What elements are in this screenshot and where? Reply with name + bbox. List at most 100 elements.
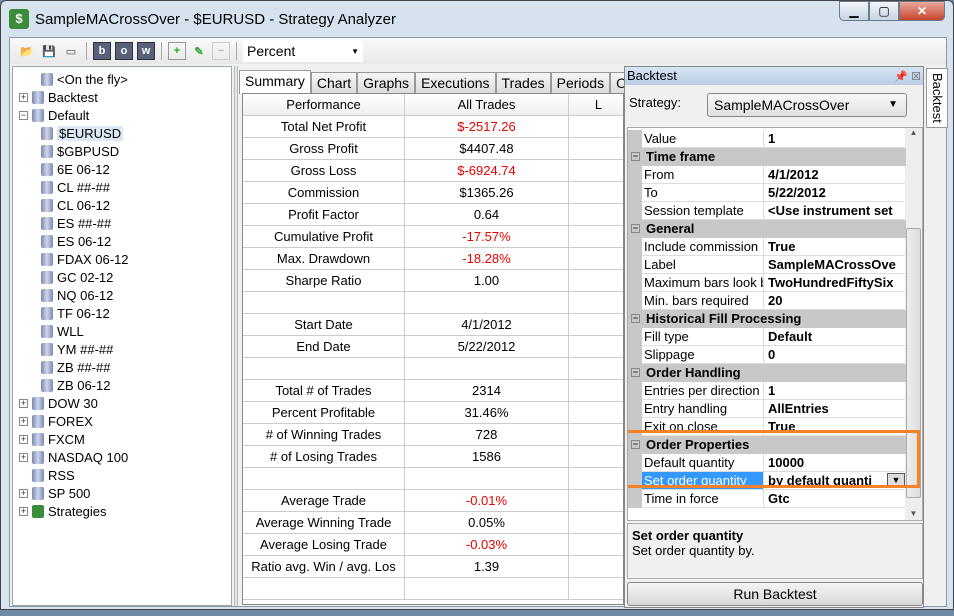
- tree-item[interactable]: ZB ##-##: [41, 358, 110, 376]
- w-button[interactable]: w: [137, 42, 155, 60]
- strategy-select[interactable]: SampleMACrossOver ▼: [707, 93, 907, 117]
- property-value[interactable]: 5/22/2012: [764, 184, 906, 202]
- column-header[interactable]: Performance: [243, 94, 405, 116]
- display-unit-select[interactable]: Percent ▼: [243, 40, 363, 62]
- close-button[interactable]: ✕: [899, 1, 945, 21]
- expander-icon[interactable]: +: [19, 452, 28, 462]
- expander-icon[interactable]: +: [19, 92, 28, 102]
- collapse-icon[interactable]: −: [631, 440, 640, 449]
- property-value[interactable]: 4/1/2012: [764, 166, 906, 184]
- close-panel-icon[interactable]: ☒: [911, 71, 921, 83]
- property-value[interactable]: True: [764, 238, 906, 256]
- tab-chart[interactable]: Chart: [310, 72, 358, 94]
- category-header[interactable]: − Order Handling: [628, 364, 906, 382]
- property-value[interactable]: <Use instrument set: [764, 202, 906, 220]
- edit-icon[interactable]: ✎: [190, 42, 208, 60]
- tree-item[interactable]: FDAX 06-12: [41, 250, 129, 268]
- property-value[interactable]: 20: [764, 292, 906, 310]
- tree-item[interactable]: YM ##-##: [41, 340, 113, 358]
- tree-item[interactable]: <On the fly>: [41, 70, 128, 88]
- tree-item[interactable]: + SP 500: [19, 484, 90, 502]
- tree-item[interactable]: $GBPUSD: [41, 142, 119, 160]
- tree-item[interactable]: − Default: [19, 106, 89, 124]
- maximize-button[interactable]: ▢: [869, 1, 899, 21]
- tab-summary[interactable]: Summary: [239, 70, 311, 94]
- backtest-side-tab[interactable]: Backtest: [926, 68, 948, 128]
- expander-icon[interactable]: +: [19, 488, 28, 498]
- tree-item[interactable]: + Backtest: [19, 88, 98, 106]
- tree-item[interactable]: NQ 06-12: [41, 286, 113, 304]
- run-backtest-button[interactable]: Run Backtest: [627, 582, 923, 606]
- tab-periods[interactable]: Periods: [550, 72, 611, 94]
- category-header[interactable]: − Order Properties: [628, 436, 906, 454]
- property-category[interactable]: − Order Handling: [628, 364, 906, 382]
- property-row[interactable]: Include commission True: [628, 238, 906, 256]
- o-button[interactable]: o: [115, 42, 133, 60]
- property-row[interactable]: Slippage 0: [628, 346, 906, 364]
- splitter[interactable]: [234, 66, 238, 606]
- add-icon[interactable]: +: [168, 42, 186, 60]
- property-row[interactable]: To 5/22/2012: [628, 184, 906, 202]
- tree-item[interactable]: + FXCM: [19, 430, 85, 448]
- property-row[interactable]: Maximum bars look b TwoHundredFiftySix: [628, 274, 906, 292]
- property-row[interactable]: Entry handling AllEntries: [628, 400, 906, 418]
- property-category[interactable]: − Order Properties: [628, 436, 906, 454]
- category-header[interactable]: − General: [628, 220, 906, 238]
- category-header[interactable]: − Time frame: [628, 148, 906, 166]
- expander-icon[interactable]: −: [19, 110, 28, 120]
- property-value[interactable]: Default: [764, 328, 906, 346]
- property-category[interactable]: − General: [628, 220, 906, 238]
- tree-item[interactable]: 6E 06-12: [41, 160, 110, 178]
- tree-item[interactable]: WLL: [41, 322, 84, 340]
- property-category[interactable]: − Historical Fill Processing: [628, 310, 906, 328]
- tab-graphs[interactable]: Graphs: [357, 72, 416, 94]
- collapse-icon[interactable]: −: [631, 368, 640, 377]
- tree-item[interactable]: RSS: [19, 466, 75, 484]
- open-folder-icon[interactable]: 📂: [18, 42, 36, 60]
- property-row[interactable]: Min. bars required 20: [628, 292, 906, 310]
- property-category[interactable]: − Time frame: [628, 148, 906, 166]
- collapse-icon[interactable]: −: [631, 152, 640, 161]
- tree-item[interactable]: CL 06-12: [41, 196, 110, 214]
- tree-item[interactable]: + Strategies: [19, 502, 107, 520]
- property-row[interactable]: From 4/1/2012: [628, 166, 906, 184]
- tree-item[interactable]: CL ##-##: [41, 178, 110, 196]
- expander-icon[interactable]: +: [19, 398, 28, 408]
- minimize-button[interactable]: ▁: [839, 1, 869, 21]
- property-row[interactable]: Session template <Use instrument set: [628, 202, 906, 220]
- property-row[interactable]: Value 1: [628, 130, 906, 148]
- expander-icon[interactable]: +: [19, 506, 28, 516]
- category-header[interactable]: − Historical Fill Processing: [628, 310, 906, 328]
- print-icon[interactable]: ▭: [62, 42, 80, 60]
- tab-trades[interactable]: Trades: [495, 72, 551, 94]
- instrument-tree[interactable]: <On the fly> + Backtest − Default $EURUSD $GBP…: [12, 66, 232, 606]
- property-value[interactable]: TwoHundredFiftySix: [764, 274, 906, 292]
- tab-executions[interactable]: Executions: [415, 72, 496, 94]
- tree-item[interactable]: ZB 06-12: [41, 376, 110, 394]
- property-value[interactable]: Gtc: [764, 490, 906, 508]
- column-header[interactable]: All Trades: [405, 94, 569, 116]
- property-value[interactable]: 1: [764, 130, 906, 148]
- property-row[interactable]: Entries per direction 1: [628, 382, 906, 400]
- save-icon[interactable]: 💾: [40, 42, 58, 60]
- property-value[interactable]: 0: [764, 346, 906, 364]
- collapse-icon[interactable]: −: [631, 224, 640, 233]
- column-header[interactable]: L: [569, 94, 623, 116]
- expander-icon[interactable]: +: [19, 434, 28, 444]
- tree-item[interactable]: + NASDAQ 100: [19, 448, 128, 466]
- tree-item[interactable]: TF 06-12: [41, 304, 110, 322]
- property-value[interactable]: SampleMACrossOve: [764, 256, 906, 274]
- property-value[interactable]: AllEntries: [764, 400, 906, 418]
- tree-item[interactable]: GC 02-12: [41, 268, 113, 286]
- collapse-icon[interactable]: −: [631, 314, 640, 323]
- tree-item[interactable]: + DOW 30: [19, 394, 98, 412]
- property-value[interactable]: 1: [764, 382, 906, 400]
- pin-icon[interactable]: 📌: [894, 71, 908, 83]
- property-row[interactable]: Time in force Gtc: [628, 490, 906, 508]
- property-row[interactable]: Fill type Default: [628, 328, 906, 346]
- tree-item[interactable]: + FOREX: [19, 412, 93, 430]
- remove-icon[interactable]: −: [212, 42, 230, 60]
- tree-item[interactable]: ES 06-12: [41, 232, 111, 250]
- b-button[interactable]: b: [93, 42, 111, 60]
- tree-item[interactable]: $EURUSD: [41, 124, 124, 142]
